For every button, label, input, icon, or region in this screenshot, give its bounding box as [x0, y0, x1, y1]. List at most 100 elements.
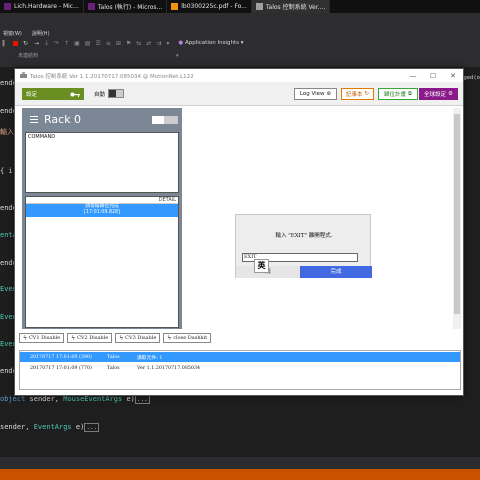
lightning-icon: ϟ — [71, 334, 76, 342]
application-insights-button[interactable]: ● Application Insights ▾ — [178, 40, 243, 46]
toolbar-icon[interactable]: ▣ — [74, 40, 80, 47]
scrollbar-thumb[interactable] — [454, 114, 460, 314]
global-settings-label: 全球設定 — [424, 92, 447, 98]
button-label: close Dashkit — [173, 335, 208, 341]
notepad-button[interactable]: 記事本 ↻ — [341, 88, 374, 100]
code-keyword: object — [0, 395, 26, 403]
key-icon — [70, 92, 80, 97]
toolbar-icon[interactable]: ≡ — [106, 40, 111, 47]
taskbar-tab-label: lb0300225c.pdf - Fo... — [181, 3, 247, 10]
window-controls: — ☐ ✕ — [403, 69, 463, 82]
log-message: Ver 1.1.20170717.085034 — [137, 365, 201, 371]
toolbar-icon[interactable]: ⇉ — [156, 40, 161, 47]
toggle-knob — [109, 90, 116, 97]
bookmark-icon[interactable]: ⚑ — [126, 40, 131, 47]
log-time: 20170717 17:01:09 (770) — [30, 365, 92, 371]
taskbar-tab-label: Talos 控制系統 Ver.... — [265, 4, 326, 11]
settings-label: 設定 — [26, 92, 38, 98]
pdf-icon — [171, 3, 179, 10]
ide-bottom-panel — [0, 457, 480, 469]
code-right-fragment: ged(o — [463, 75, 480, 81]
visual-studio-icon — [87, 3, 95, 10]
detail-box[interactable]: DETAIL 請等候歸位完成 [17:01:09.828] — [25, 196, 179, 328]
taskbar-tab-pdf[interactable]: lb0300225c.pdf - Fo... — [167, 0, 252, 13]
toolbar-icon[interactable]: ▤ — [85, 40, 91, 47]
main-toolbar: 設定 自動 Log View ⊛ 記事本 ↻ 歸位計畫 ⧉ 全球設定 ⚙ — [15, 82, 463, 106]
window-title: Talos 控制系統 Ver 1.1.20170717.085034 @ Mot… — [30, 73, 194, 80]
cv1-disable-button[interactable]: ϟ CV1 Disable — [19, 333, 65, 343]
toggle-knob — [152, 116, 164, 124]
disable-button-row: ϟ CV1 Disable ϟ CV2 Disable ϟ CV3 Disabl… — [19, 333, 212, 343]
visual-studio-icon — [4, 3, 11, 10]
code-line-object-sender: object sender, MouseEventArgs e)... — [0, 395, 150, 404]
step-icon[interactable]: → — [34, 40, 39, 47]
taskbar-tab-talos-control[interactable]: Talos 控制系統 Ver.... — [251, 0, 331, 13]
code-line: 輸入 — [0, 128, 14, 136]
rack-title: Rack 0 — [44, 113, 82, 126]
copy-icon: ⧉ — [408, 90, 412, 97]
toolbar-icon[interactable]: ⊞ — [116, 40, 121, 47]
gear-icon: ⚙ — [448, 91, 453, 97]
toolbar-icon[interactable]: ⇆ — [136, 40, 141, 47]
log-list[interactable]: 20170717 17:01:09 (390) Talos 讀取元件: 1 20… — [19, 350, 461, 390]
log-source: Talos — [107, 365, 120, 371]
global-settings-button[interactable]: 全球設定 ⚙ — [419, 88, 458, 100]
toolbar-icon[interactable]: ⇄ — [146, 40, 151, 47]
detail-item-selected[interactable]: 請等候歸位完成 [17:01:09.828] — [26, 204, 178, 217]
maximize-icon[interactable]: ☐ — [423, 69, 443, 82]
cv2-disable-button[interactable]: ϟ CV2 Disable — [67, 333, 113, 343]
homing-plan-label: 歸位計畫 — [384, 92, 407, 98]
log-message: 讀取元件: 1 — [137, 355, 163, 361]
ide-status-bar — [0, 469, 480, 480]
minimize-icon[interactable]: — — [403, 69, 423, 82]
settings-button[interactable]: 設定 — [22, 88, 84, 100]
code-text: sender, — [25, 395, 64, 403]
lightbulb-icon: ● — [178, 40, 184, 46]
window-title-bar[interactable]: Talos 控制系統 Ver 1.1.20170717.085034 @ Mot… — [15, 69, 463, 82]
auto-mode-toggle[interactable] — [108, 89, 124, 98]
rack-toggle[interactable] — [152, 116, 178, 124]
taskbar-tab-lich-hardware[interactable]: Lich.Hardware - Mic... — [0, 0, 84, 13]
application-insights-label: Application Insights — [184, 40, 239, 46]
code-line-sender: sender, EventArgs e)... — [0, 423, 100, 432]
log-view-button[interactable]: Log View ⊛ — [294, 88, 337, 100]
command-label: COMMAND — [28, 134, 56, 140]
step-out-icon[interactable]: ↑ — [64, 40, 69, 47]
collapsed-code-ellipsis[interactable]: ... — [84, 423, 100, 432]
button-label: CV2 Disable — [77, 335, 109, 341]
dropdown-icon[interactable]: ▾ — [176, 53, 179, 59]
log-row[interactable]: 20170717 17:01:09 (390) Talos 讀取元件: 1 — [20, 352, 460, 362]
toolbar-icon[interactable]: ☰ — [95, 40, 100, 47]
debug-pause-icon[interactable]: ‖ — [2, 40, 8, 47]
dialog-message: 輸入 "EXIT" 離開程式. — [275, 233, 333, 239]
log-source: Talos — [107, 354, 120, 360]
homing-plan-button[interactable]: 歸位計畫 ⧉ — [378, 88, 418, 100]
hamburger-menu-icon[interactable] — [30, 116, 38, 124]
ok-button[interactable]: 完成 — [300, 266, 372, 278]
step-into-icon[interactable]: ↓ — [44, 40, 49, 47]
taskbar-tab-label: Lich.Hardware - Mic... — [14, 3, 79, 10]
code-line: { i — [0, 167, 13, 175]
collapsed-code-ellipsis[interactable]: ... — [134, 395, 150, 404]
vertical-scrollbar[interactable] — [453, 108, 461, 329]
cv3-disable-button[interactable]: ϟ CV3 Disable — [115, 333, 161, 343]
command-box[interactable]: COMMAND — [25, 132, 179, 193]
button-label: CV3 Disable — [125, 335, 157, 341]
log-view-label: Log View — [299, 91, 325, 97]
taskbar-tab-talos-running[interactable]: Talos (執行) - Micros... — [84, 0, 168, 13]
button-label: CV1 Disable — [28, 335, 61, 341]
code-type: MouseEventArgs — [63, 395, 123, 403]
log-row[interactable]: 20170717 17:01:09 (770) Talos Ver 1.1.20… — [20, 363, 460, 373]
close-icon[interactable]: ✕ — [443, 69, 463, 82]
step-over-icon[interactable]: ↷ — [54, 40, 59, 47]
code-text: sender, — [0, 423, 34, 431]
log-view-icon: ⊛ — [326, 91, 332, 97]
taskbar-tab-label: Talos (執行) - Micros... — [97, 4, 163, 11]
debug-stop-icon[interactable] — [13, 40, 18, 46]
close-dashkit-button[interactable]: ϟ close Dashkit — [163, 333, 212, 343]
taskbar: Lich.Hardware - Mic... Talos (執行) - Micr… — [0, 0, 480, 13]
restart-icon[interactable]: ↻ — [23, 40, 29, 47]
toolbar-icon[interactable]: ▾ — [166, 40, 169, 47]
rack-panel: Rack 0 COMMAND DETAIL 請等候歸位完成 [17:01:09.… — [22, 108, 182, 329]
ime-mode-indicator[interactable]: 英 — [254, 259, 269, 273]
